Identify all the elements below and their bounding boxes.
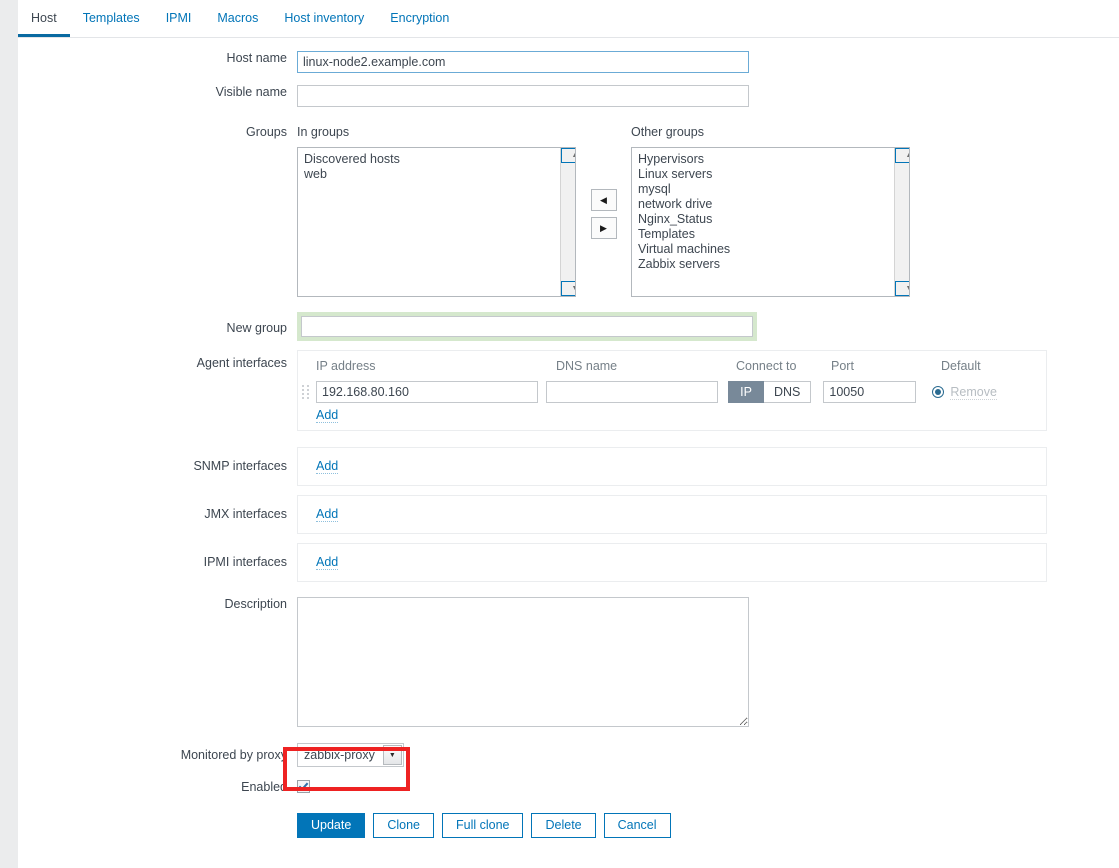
full-clone-button[interactable]: Full clone (441, 813, 524, 838)
tab-host[interactable]: Host (18, 0, 70, 37)
row-new-group: New group (18, 297, 1119, 341)
host-configuration-page: Host Templates IPMI Macros Host inventor… (0, 0, 1119, 868)
add-agent-interface-link[interactable]: Add (316, 408, 339, 423)
interface-dns-input[interactable] (546, 381, 718, 403)
delete-button[interactable]: Delete (531, 813, 596, 838)
tab-encryption[interactable]: Encryption (377, 0, 462, 26)
default-interface-radio[interactable] (932, 386, 945, 398)
add-ipmi-interface-link[interactable]: Add (316, 555, 339, 570)
row-snmp-interfaces: SNMP interfaces Add (18, 431, 1119, 486)
list-item[interactable]: Hypervisors (637, 152, 904, 167)
ipmi-interfaces-label: IPMI interfaces (203, 555, 287, 569)
list-item[interactable]: Linux servers (637, 167, 904, 182)
list-item[interactable]: mysql (637, 182, 904, 197)
column-header-default: Default (941, 359, 981, 373)
groups-label: Groups (246, 125, 287, 139)
list-item[interactable]: Discovered hosts (303, 152, 570, 167)
tab-bar: Host Templates IPMI Macros Host inventor… (18, 0, 1119, 38)
row-description: Description (18, 582, 1119, 730)
new-group-input[interactable] (301, 316, 753, 337)
remove-interface-link: Remove (950, 384, 997, 400)
column-header-ip-address: IP address (316, 359, 376, 373)
monitored-by-proxy-label: Monitored by proxy (180, 748, 287, 762)
arrow-left-icon[interactable]: ◀ (590, 189, 617, 211)
group-transfer-buttons: ◀ ▶ (576, 125, 631, 239)
new-group-label: New group (226, 321, 287, 335)
row-ipmi-interfaces: IPMI interfaces Add (18, 534, 1119, 582)
tab-macros[interactable]: Macros (204, 0, 271, 26)
in-groups-listbox[interactable]: Discovered hosts web ▲ ▼ (297, 147, 576, 297)
monitored-by-proxy-select[interactable]: zabbix-proxy ▼ (297, 743, 404, 767)
new-group-highlight (297, 312, 757, 341)
other-groups-listbox[interactable]: Hypervisors Linux servers mysql network … (631, 147, 910, 297)
row-visible-name: Visible name (18, 73, 1119, 107)
monitored-by-proxy-value: zabbix-proxy (304, 748, 375, 762)
connect-to-ip-button[interactable]: IP (728, 381, 764, 403)
table-row: IP DNS Remove (298, 381, 1046, 408)
scroll-up-icon[interactable]: ▲ (895, 148, 909, 163)
agent-interfaces-header: IP address DNS name Connect to Port Defa… (298, 358, 1046, 381)
connect-to-dns-button[interactable]: DNS (764, 381, 812, 403)
row-monitored-by-proxy: Monitored by proxy zabbix-proxy ▼ (18, 730, 1119, 767)
row-form-actions: Update Clone Full clone Delete Cancel (18, 795, 1119, 838)
tab-templates[interactable]: Templates (70, 0, 153, 26)
host-name-input[interactable] (297, 51, 749, 73)
jmx-interfaces-panel: Add (297, 495, 1047, 534)
interface-port-input[interactable] (823, 381, 917, 403)
scroll-down-icon[interactable]: ▼ (895, 281, 909, 296)
description-textarea[interactable] (297, 597, 749, 727)
form-action-buttons: Update Clone Full clone Delete Cancel (297, 813, 1119, 838)
visible-name-label: Visible name (215, 85, 287, 99)
visible-name-input[interactable] (297, 85, 749, 107)
chevron-down-icon[interactable]: ▼ (382, 745, 402, 765)
in-groups-column: In groups Discovered hosts web ▲ ▼ (297, 125, 576, 297)
add-snmp-interface-link[interactable]: Add (316, 459, 339, 474)
row-enabled: Enabled (18, 767, 1119, 795)
in-groups-caption: In groups (297, 125, 350, 139)
interface-ip-input[interactable] (316, 381, 538, 403)
arrow-right-icon[interactable]: ▶ (590, 217, 617, 239)
enabled-checkbox[interactable] (297, 780, 310, 793)
update-button[interactable]: Update (297, 813, 366, 838)
list-item[interactable]: network drive (637, 197, 904, 212)
list-item[interactable]: Virtual machines (637, 242, 904, 257)
enabled-label: Enabled (241, 780, 287, 794)
host-form: Host name Visible name Groups In gr (18, 37, 1119, 838)
snmp-interfaces-label: SNMP interfaces (193, 459, 287, 473)
page-left-gutter (0, 0, 18, 868)
list-item[interactable]: Zabbix servers (637, 257, 904, 272)
drag-handle-icon[interactable] (302, 385, 314, 399)
column-header-port: Port (831, 359, 854, 373)
list-item[interactable]: Nginx_Status (637, 212, 904, 227)
interface-default-cell: Remove (932, 385, 997, 400)
agent-interfaces-label: Agent interfaces (196, 356, 287, 370)
scroll-up-icon[interactable]: ▲ (561, 148, 575, 163)
add-jmx-interface-link[interactable]: Add (316, 507, 339, 522)
ipmi-interfaces-panel: Add (297, 543, 1047, 582)
jmx-interfaces-label: JMX interfaces (204, 507, 287, 521)
row-host-name: Host name (18, 37, 1119, 73)
tab-host-inventory[interactable]: Host inventory (271, 0, 377, 26)
other-groups-caption: Other groups (631, 125, 704, 139)
other-groups-column: Other groups Hypervisors Linux servers m… (631, 125, 910, 297)
snmp-interfaces-panel: Add (297, 447, 1047, 486)
row-agent-interfaces: Agent interfaces IP address DNS name Con… (18, 341, 1119, 431)
column-header-dns-name: DNS name (556, 359, 618, 373)
scroll-down-icon[interactable]: ▼ (561, 281, 575, 296)
row-jmx-interfaces: JMX interfaces Add (18, 486, 1119, 534)
clone-button[interactable]: Clone (373, 813, 434, 838)
agent-interfaces-panel: IP address DNS name Connect to Port Defa… (297, 350, 1047, 431)
description-label: Description (224, 597, 287, 611)
content-area: Host Templates IPMI Macros Host inventor… (18, 0, 1119, 868)
row-groups: Groups In groups Discovered hosts web ◀ … (18, 107, 1119, 297)
other-groups-scrollbar[interactable]: ▲ ▼ (894, 148, 909, 296)
column-header-connect-to: Connect to (736, 359, 797, 373)
in-groups-scrollbar[interactable]: ▲ ▼ (560, 148, 575, 296)
connect-to-toggle: IP DNS (728, 381, 812, 403)
host-name-label: Host name (226, 51, 287, 65)
list-item[interactable]: web (303, 167, 570, 182)
list-item[interactable]: Templates (637, 227, 904, 242)
cancel-button[interactable]: Cancel (603, 813, 671, 838)
tab-ipmi[interactable]: IPMI (153, 0, 205, 26)
